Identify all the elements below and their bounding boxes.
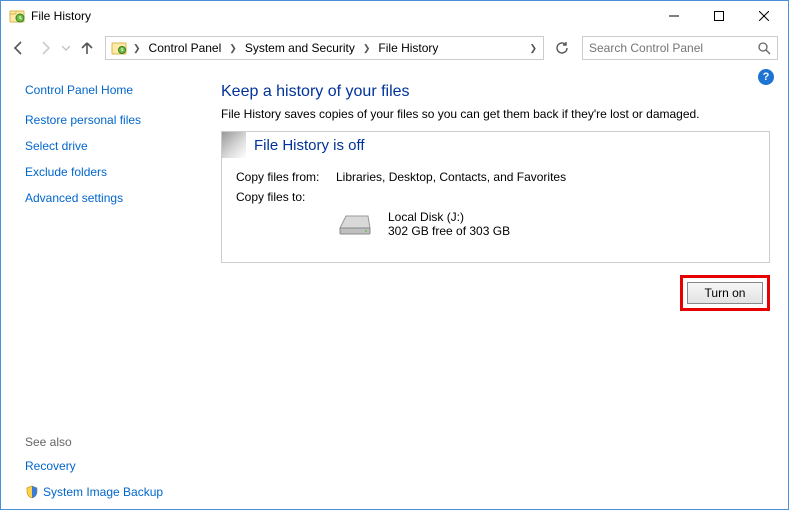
button-row: Turn on [221,275,770,311]
see-also-system-image-backup-label: System Image Backup [43,485,163,499]
sidebar: Control Panel Home Restore personal file… [1,65,211,509]
titlebar: File History [1,1,788,31]
main-panel: ? Keep a history of your files File Hist… [211,65,788,509]
status-box: File History is off Copy files from: Lib… [221,131,770,263]
control-panel-home-link[interactable]: Control Panel Home [25,83,201,97]
disk-row: Local Disk (J:) 302 GB free of 303 GB [236,210,755,238]
maximize-button[interactable] [696,2,741,30]
disk-info: Local Disk (J:) 302 GB free of 303 GB [388,210,510,238]
window-title: File History [31,9,651,23]
up-button[interactable] [75,36,99,60]
see-also-label: See also [25,435,201,449]
folder-icon [110,39,128,57]
copy-from-value: Libraries, Desktop, Contacts, and Favori… [336,170,755,184]
sidebar-link-exclude-folders[interactable]: Exclude folders [25,165,201,179]
disk-free: 302 GB free of 303 GB [388,224,510,238]
sidebar-link-advanced-settings[interactable]: Advanced settings [25,191,201,205]
see-also-system-image-backup[interactable]: System Image Backup [25,485,201,499]
minimize-button[interactable] [651,2,696,30]
window-root: File History [0,0,789,510]
search-icon [758,42,771,55]
chevron-right-icon[interactable]: ❯ [226,43,240,54]
recent-dropdown[interactable] [59,36,73,60]
breadcrumb-control-panel[interactable]: Control Panel [144,37,227,59]
search-box[interactable] [582,36,778,60]
search-input[interactable] [589,41,758,55]
chevron-down-icon[interactable]: ❯ [529,43,537,54]
help-icon[interactable]: ? [758,69,774,85]
close-button[interactable] [741,2,786,30]
turn-on-button[interactable]: Turn on [687,282,763,304]
address-bar[interactable]: ❯ Control Panel ❯ System and Security ❯ … [105,36,544,60]
page-heading: Keep a history of your files [221,83,770,101]
status-header: File History is off [222,132,769,158]
shield-icon [25,485,39,499]
sidebar-link-select-drive[interactable]: Select drive [25,139,201,153]
turn-on-highlight: Turn on [680,275,770,311]
chevron-right-icon[interactable]: ❯ [130,43,144,54]
status-body: Copy files from: Libraries, Desktop, Con… [222,158,769,262]
status-gradient-icon [222,132,246,158]
status-title: File History is off [254,137,365,154]
sidebar-link-restore[interactable]: Restore personal files [25,113,201,127]
chevron-right-icon[interactable]: ❯ [360,43,374,54]
copy-from-label: Copy files from: [236,170,336,184]
file-history-icon [9,8,25,24]
page-description: File History saves copies of your files … [221,107,770,121]
nav-toolbar: ❯ Control Panel ❯ System and Security ❯ … [1,31,788,65]
window-controls [651,2,786,30]
forward-button[interactable] [33,36,57,60]
content-body: Control Panel Home Restore personal file… [1,65,788,509]
disk-name: Local Disk (J:) [388,210,510,224]
breadcrumb-system-security[interactable]: System and Security [240,37,360,59]
back-button[interactable] [7,36,31,60]
breadcrumb-file-history[interactable]: File History [373,37,443,59]
refresh-button[interactable] [550,36,574,60]
see-also-recovery[interactable]: Recovery [25,459,201,473]
copy-to-label: Copy files to: [236,190,336,204]
hard-drive-icon [336,210,374,238]
